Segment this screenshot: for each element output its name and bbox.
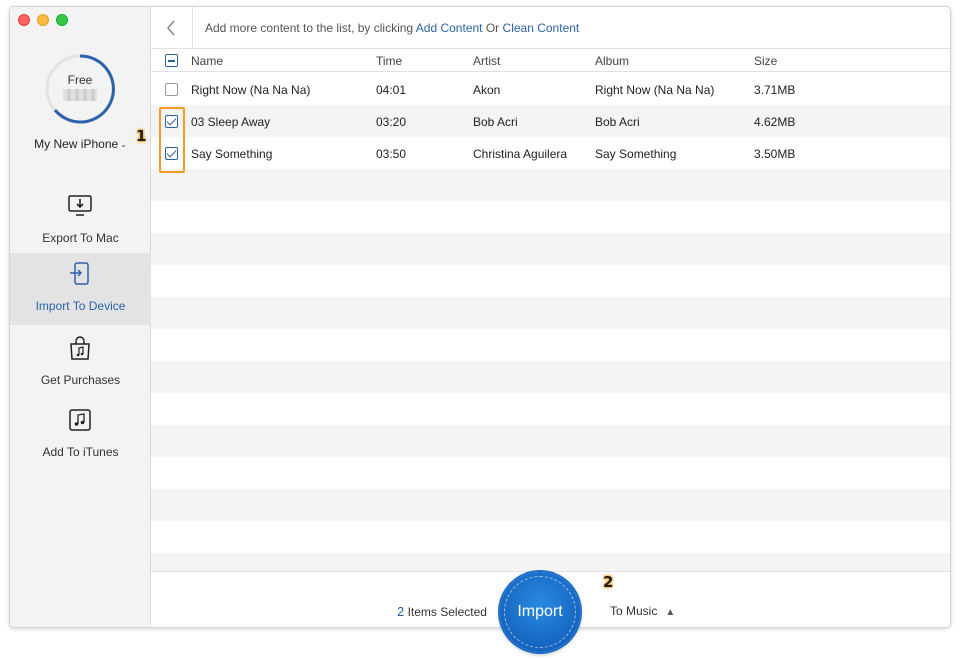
- table-row[interactable]: Say Something 03:50 Christina Aguilera Say …: [151, 137, 950, 169]
- storage-gauge: Free: [44, 53, 116, 125]
- chevron-down-icon: ⌄: [120, 140, 127, 150]
- song-list: Right Now (Na Na Na) 04:01 Akon Right Now (…: [151, 73, 950, 571]
- clean-content-link[interactable]: Clean Content: [503, 21, 580, 35]
- empty-row: [151, 265, 950, 297]
- column-header-size[interactable]: Size: [754, 54, 777, 68]
- selected-count: 2: [397, 604, 405, 619]
- destination-label: To Music: [610, 604, 658, 618]
- empty-row: [151, 521, 950, 553]
- empty-row: [151, 329, 950, 361]
- checkbox-highlight: [159, 107, 185, 173]
- cell-size: 3.50MB: [754, 147, 796, 161]
- selected-label: Items Selected: [407, 605, 487, 619]
- cell-size: 3.71MB: [754, 83, 796, 97]
- close-window-button[interactable]: [18, 14, 30, 26]
- cell-name: Say Something: [191, 147, 273, 161]
- empty-row: [151, 425, 950, 457]
- device-name: My New iPhone: [34, 137, 119, 151]
- hint-text: Add more content to the list, by clickin…: [205, 21, 414, 35]
- storage-value-redacted: [63, 89, 97, 101]
- table-header: Name Time Artist Album Size: [151, 50, 950, 72]
- itunes-note-icon: [69, 409, 91, 431]
- up-down-chevron-icon: ▲︎: [665, 607, 676, 618]
- column-header-time[interactable]: Time: [376, 54, 402, 68]
- toolbar: Add more content to the list, by clickin…: [151, 7, 950, 49]
- hint-or-text: Or: [485, 21, 500, 35]
- table-row[interactable]: Right Now (Na Na Na) 04:01 Akon Right Now (…: [151, 73, 950, 105]
- destination-selector[interactable]: To Music ▲︎: [610, 604, 675, 618]
- shopping-bag-music-icon: [70, 336, 90, 360]
- chevron-left-icon: [167, 20, 175, 36]
- empty-row: [151, 169, 950, 201]
- back-button[interactable]: [151, 7, 193, 49]
- cell-time: 04:01: [376, 83, 407, 97]
- empty-row: [151, 457, 950, 489]
- zoom-window-button[interactable]: [56, 14, 68, 26]
- column-header-album[interactable]: Album: [595, 54, 629, 68]
- sidebar-item-label: Import To Device: [35, 299, 126, 313]
- cell-album: Say Something: [595, 147, 677, 161]
- empty-row: [151, 233, 950, 265]
- export-to-mac-icon: [68, 195, 92, 216]
- storage-free-label: Free: [67, 73, 93, 87]
- column-header-artist[interactable]: Artist: [473, 54, 500, 68]
- empty-row: [151, 201, 950, 233]
- window-controls: [18, 14, 68, 26]
- cell-artist: Akon: [473, 83, 501, 97]
- empty-row: [151, 361, 950, 393]
- column-header-name[interactable]: Name: [191, 54, 223, 68]
- sidebar-item-label: Add To iTunes: [42, 445, 119, 459]
- sidebar-item-add-to-itunes[interactable]: Add To iTunes: [10, 399, 151, 471]
- cell-artist: Bob Acri: [473, 115, 518, 129]
- sidebar-item-get-purchases[interactable]: Get Purchases: [10, 327, 151, 399]
- import-button[interactable]: Import: [500, 572, 580, 652]
- empty-row: [151, 297, 950, 329]
- cell-time: 03:50: [376, 147, 407, 161]
- step-two-callout: 2: [603, 573, 614, 591]
- main-content: Add more content to the list, by clickin…: [151, 7, 950, 627]
- minimize-window-button[interactable]: [37, 14, 49, 26]
- step-one-callout: 1: [136, 127, 147, 145]
- cell-size: 4.62MB: [754, 115, 796, 129]
- empty-row: [151, 489, 950, 521]
- cell-album: Right Now (Na Na Na): [595, 83, 715, 97]
- cell-artist: Christina Aguilera: [473, 147, 568, 161]
- sidebar-item-import-to-device[interactable]: Import To Device: [10, 253, 151, 325]
- row-checkbox[interactable]: [165, 83, 178, 96]
- empty-row: [151, 393, 950, 425]
- cell-name: Right Now (Na Na Na): [191, 83, 311, 97]
- sidebar-item-export-to-mac[interactable]: Export To Mac: [10, 185, 151, 257]
- add-content-link[interactable]: Add Content: [416, 21, 483, 35]
- import-to-device-icon: [70, 262, 89, 285]
- sidebar-item-label: Get Purchases: [40, 373, 121, 387]
- sidebar-item-label: Export To Mac: [42, 231, 119, 245]
- toolbar-hint: Add more content to the list, by clickin…: [205, 21, 579, 35]
- cell-name: 03 Sleep Away: [191, 115, 271, 129]
- sidebar: Free My New iPhone ⌄ Export To Mac Import…: [10, 7, 151, 627]
- app-window: Free My New iPhone ⌄ Export To Mac Import…: [9, 6, 951, 628]
- selection-summary: 2 Items Selected: [397, 604, 487, 619]
- table-row[interactable]: 03 Sleep Away 03:20 Bob Acri Bob Acri 4.62MB: [151, 105, 950, 137]
- empty-row: [151, 553, 950, 571]
- cell-time: 03:20: [376, 115, 407, 129]
- select-all-checkbox[interactable]: [165, 54, 178, 67]
- cell-album: Bob Acri: [595, 115, 640, 129]
- device-selector[interactable]: My New iPhone ⌄: [10, 137, 151, 151]
